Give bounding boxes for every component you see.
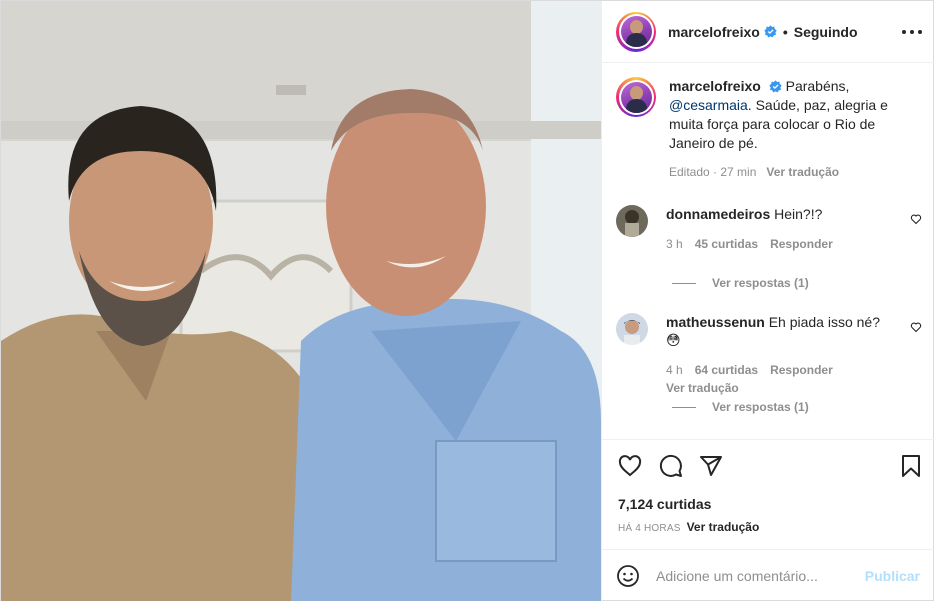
comment-item: matheussenun Eh piada isso né? 😳 4 h 64 …: [616, 313, 922, 395]
comment-time: 4 h: [666, 363, 683, 377]
comment-username[interactable]: matheussenun: [666, 314, 765, 330]
comment-heart-icon[interactable]: [910, 321, 922, 333]
author-username[interactable]: marcelofreixo: [668, 24, 760, 40]
caption-username[interactable]: marcelofreixo: [669, 78, 761, 94]
add-comment-bar: Publicar: [602, 549, 934, 601]
comment-likes[interactable]: 64 curtidas: [695, 363, 758, 377]
view-replies-label: Ver respostas (1): [712, 276, 809, 290]
heart-icon[interactable]: [618, 454, 642, 478]
caption-translate-link[interactable]: Ver tradução: [766, 163, 839, 182]
view-replies-button[interactable]: Ver respostas (1): [672, 276, 809, 290]
header-separator: •: [782, 23, 788, 40]
comment-username[interactable]: donnamedeiros: [666, 206, 770, 222]
post-details-pane: marcelofreixo • Seguindo marcelofreixo P…: [601, 1, 934, 601]
instagram-post-modal: marcelofreixo • Seguindo marcelofreixo P…: [0, 0, 934, 601]
post-translate-link[interactable]: Ver tradução: [687, 520, 760, 534]
comment-icon[interactable]: [659, 454, 683, 478]
comments-list: marcelofreixo Parabéns, @cesarmaia. Saúd…: [602, 63, 934, 439]
following-button[interactable]: Seguindo: [794, 24, 858, 40]
comment-heart-icon[interactable]: [910, 213, 922, 225]
caption-text-block: marcelofreixo Parabéns, @cesarmaia. Saúd…: [669, 77, 909, 182]
post-photo-image: [1, 1, 601, 601]
commenter-avatar[interactable]: [616, 313, 648, 345]
post-time-ago: HÁ 4 HORAS: [618, 523, 681, 534]
post-photo[interactable]: [1, 1, 601, 601]
post-timestamp: HÁ 4 HORAS Ver tradução: [618, 520, 759, 534]
caption-mention-link[interactable]: @cesarmaia: [669, 97, 748, 113]
more-options-icon[interactable]: [902, 23, 922, 41]
view-replies-label: Ver respostas (1): [712, 400, 809, 414]
comment-reply-button[interactable]: Responder: [770, 363, 833, 377]
caption-author-avatar[interactable]: [616, 77, 656, 117]
comment-text: Hein?!?: [774, 206, 823, 222]
caption-edited-time: Editado · 27 min: [669, 165, 757, 179]
comment-time: 3 h: [666, 237, 683, 251]
publish-comment-button[interactable]: Publicar: [865, 568, 920, 584]
emoji-icon[interactable]: [616, 564, 640, 588]
commenter-avatar[interactable]: [616, 205, 648, 237]
bookmark-icon[interactable]: [899, 454, 923, 478]
post-actions-area: 7,124 curtidas HÁ 4 HORAS Ver tradução: [602, 439, 934, 549]
caption-prefix: Parabéns,: [785, 78, 850, 94]
author-avatar[interactable]: [616, 11, 656, 52]
post-caption: marcelofreixo Parabéns, @cesarmaia. Saúd…: [616, 77, 922, 182]
comment-body: donnamedeiros Hein?!? 3 h 45 curtidas Re…: [666, 205, 891, 251]
comment-input[interactable]: [656, 568, 856, 584]
verified-badge-icon: [769, 80, 782, 93]
comment-body: matheussenun Eh piada isso né? 😳 4 h 64 …: [666, 313, 891, 395]
comment-translate-link[interactable]: Ver tradução: [666, 381, 891, 395]
view-replies-button[interactable]: Ver respostas (1): [672, 400, 809, 414]
caption-meta: Editado · 27 min Ver tradução: [669, 163, 909, 182]
post-likes-count[interactable]: 7,124 curtidas: [618, 496, 711, 512]
post-header: marcelofreixo • Seguindo: [602, 1, 934, 63]
verified-badge-icon: [764, 25, 777, 38]
share-icon[interactable]: [699, 454, 723, 478]
comment-likes[interactable]: 45 curtidas: [695, 237, 758, 251]
comment-reply-button[interactable]: Responder: [770, 237, 833, 251]
comment-item: donnamedeiros Hein?!? 3 h 45 curtidas Re…: [616, 205, 922, 251]
